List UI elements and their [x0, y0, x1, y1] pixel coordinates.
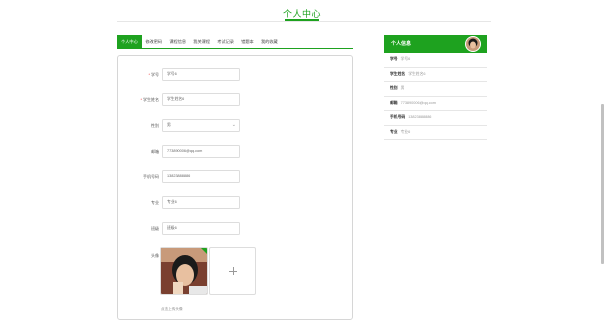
student-name-label: *学生姓名 [140, 97, 159, 102]
sidebar-header: 个人信息 [384, 35, 487, 53]
tab-exam-records[interactable]: 考试记录 [214, 35, 238, 48]
email-label: 邮箱 [151, 149, 159, 154]
student-name-input[interactable]: 学生姓名6 [162, 93, 240, 106]
student-id-label: *学号 [148, 72, 159, 77]
form-row-class: 班级 班级6 [118, 222, 354, 235]
form-row-major: 专业 专业6 [118, 196, 354, 209]
form-row-gender: 性别 男 ⌄ [118, 119, 354, 132]
avatar-image [466, 37, 480, 51]
profile-sidebar: 个人信息 学号 学号6 学生姓名 学生姓名6 性别男 邮箱 773890006@qq.… [384, 35, 487, 140]
profile-form: *学号 学号6 *学生姓名 学生姓名6 性别 男 ⌄ 邮箱 773890006@… [117, 55, 353, 320]
form-row-student-id: *学号 学号6 [118, 68, 354, 81]
sidebar-row-phone: 手机号码 13823888886 [384, 111, 487, 126]
required-mark: * [140, 97, 142, 102]
tab-change-password[interactable]: 修改密码 [142, 35, 166, 48]
sidebar-row-major: 专业 专业6 [384, 126, 487, 140]
chevron-down-icon: ⌄ [231, 122, 236, 128]
avatar-image [161, 248, 207, 294]
upload-hint: 点击上传头像 [161, 307, 183, 311]
tab-my-favorites[interactable]: 我的收藏 [257, 35, 281, 48]
tab-bar: 个人中心 修改密码 课程信息 我关课程 考试记录 错题本 我的收藏 [117, 35, 353, 49]
tab-personal-center[interactable]: 个人中心 [117, 35, 142, 48]
header-divider [117, 21, 491, 22]
sidebar-row-gender: 性别男 [384, 82, 487, 97]
sidebar-title: 个人信息 [391, 41, 412, 47]
major-label: 专业 [151, 200, 159, 205]
gender-value: 男 [167, 123, 171, 127]
student-id-input[interactable]: 学号6 [162, 68, 240, 81]
major-input[interactable]: 专业6 [162, 196, 240, 209]
class-input[interactable]: 班级6 [162, 222, 240, 235]
required-mark: * [148, 72, 150, 77]
avatar-label: 头像 [151, 253, 159, 258]
sidebar-row-student-id: 学号 学号6 [384, 53, 487, 68]
avatar-upload-button[interactable] [209, 247, 256, 295]
email-input[interactable]: 773890006@qq.com [162, 145, 240, 158]
gender-select[interactable]: 男 ⌄ [162, 119, 240, 132]
tab-wrong-questions[interactable]: 错题本 [238, 35, 258, 48]
tab-my-courses[interactable]: 我关课程 [190, 35, 214, 48]
sidebar-avatar [465, 36, 481, 52]
phone-input[interactable]: 13823888886 [162, 170, 240, 183]
avatar-preview[interactable] [160, 247, 208, 295]
sidebar-row-student-name: 学生姓名 学生姓名6 [384, 68, 487, 82]
gender-label: 性别 [151, 123, 159, 128]
form-row-student-name: *学生姓名 学生姓名6 [118, 93, 354, 106]
phone-label: 手机号码 [143, 174, 159, 179]
form-row-email: 邮箱 773890006@qq.com [118, 145, 354, 158]
sidebar-row-email: 邮箱 773890006@qq.com [384, 97, 487, 111]
tab-course-info[interactable]: 课程信息 [166, 35, 190, 48]
form-row-phone: 手机号码 13823888886 [118, 170, 354, 183]
class-label: 班级 [151, 226, 159, 231]
